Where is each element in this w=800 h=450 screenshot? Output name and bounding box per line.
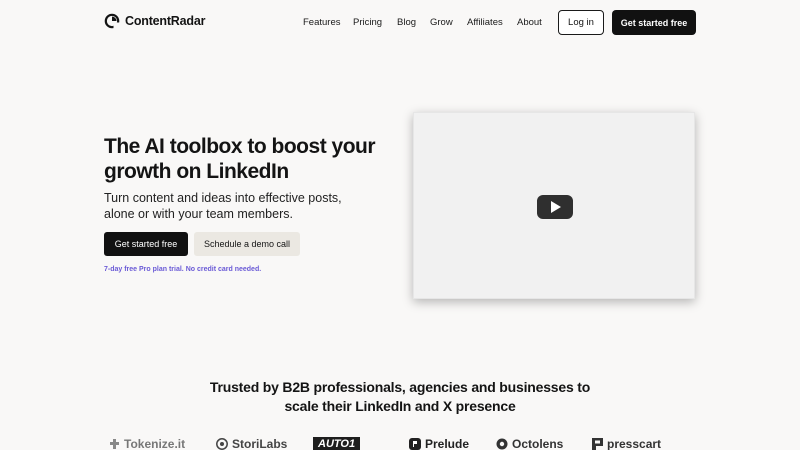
schedule-demo-button[interactable]: Schedule a demo call bbox=[194, 232, 300, 256]
octolens-logo-icon bbox=[496, 438, 508, 450]
logo-storilabs: StoriLabs bbox=[216, 437, 287, 450]
nav-link-blog[interactable]: Blog bbox=[397, 16, 416, 30]
logo-tokenize: Tokenize.it bbox=[110, 437, 185, 450]
nav-link-grow[interactable]: Grow bbox=[430, 16, 453, 30]
logo-storilabs-name: StoriLabs bbox=[232, 437, 288, 450]
trial-note: 7-day free Pro plan trial. No credit car… bbox=[104, 266, 262, 273]
hero-subtitle: Turn content and ideas into effective po… bbox=[104, 191, 342, 221]
video-player[interactable] bbox=[413, 112, 695, 299]
tokenize-logo-icon bbox=[110, 439, 119, 449]
get-started-button[interactable]: Get started free bbox=[104, 232, 188, 256]
presscart-logo-icon bbox=[592, 438, 603, 450]
login-button[interactable]: Log in bbox=[558, 10, 604, 35]
play-button[interactable] bbox=[537, 195, 573, 219]
logo-prelude: Prelude bbox=[409, 437, 469, 450]
nav-link-features[interactable]: Features bbox=[303, 16, 341, 30]
nav-link-about[interactable]: About bbox=[517, 16, 542, 30]
logo-presscart: presscart bbox=[592, 437, 661, 450]
prelude-logo-icon bbox=[409, 438, 421, 450]
logo-tokenize-name: Tokenize.it bbox=[124, 437, 186, 450]
play-icon bbox=[551, 201, 561, 213]
logo-prelude-name: Prelude bbox=[425, 437, 470, 450]
logo-strip: Tokenize.it StoriLabs AUTO1 Prelude Octo… bbox=[0, 437, 800, 450]
logo-octolens-name: Octolens bbox=[512, 437, 564, 450]
nav-link-pricing[interactable]: Pricing bbox=[353, 16, 382, 30]
nav-link-affiliates[interactable]: Affiliates bbox=[467, 16, 503, 30]
logo-auto1-name: AUTO1 bbox=[313, 437, 361, 450]
nav-get-started-button[interactable]: Get started free bbox=[612, 10, 696, 35]
hero-title: The AI toolbox to boost your growth on L… bbox=[104, 135, 376, 183]
top-nav: ContentRadar Features Pricing Blog Grow … bbox=[0, 0, 800, 46]
logo-auto1: AUTO1 bbox=[313, 437, 361, 450]
logo-octolens: Octolens bbox=[496, 437, 563, 450]
logo-presscart-name: presscart bbox=[607, 437, 662, 450]
storilabs-logo-icon bbox=[216, 438, 228, 450]
trusted-title: Trusted by B2B professionals, agencies a… bbox=[209, 379, 591, 414]
